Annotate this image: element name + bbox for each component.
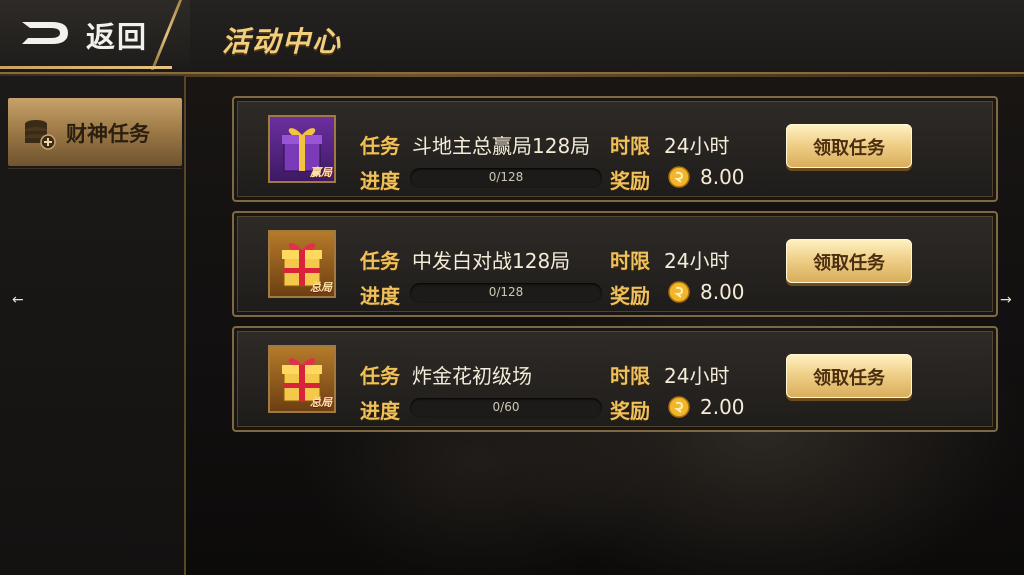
gift-box-icon: 总局 bbox=[268, 345, 336, 413]
progress-label: 进度 bbox=[360, 169, 400, 193]
gift-box-icon: 总局 bbox=[268, 230, 336, 298]
reward-label: 奖励 bbox=[610, 284, 650, 308]
sidebar-divider bbox=[8, 168, 182, 169]
accept-task-label: 领取任务 bbox=[813, 368, 885, 389]
accept-task-button[interactable]: 领取任务 bbox=[786, 124, 912, 168]
gift-badge: 总局 bbox=[310, 281, 332, 294]
task-name: 炸金花初级场 bbox=[412, 364, 532, 388]
accept-task-button[interactable]: 领取任务 bbox=[786, 239, 912, 283]
accept-task-label: 领取任务 bbox=[813, 253, 885, 274]
logo-d-icon bbox=[22, 22, 68, 44]
time-limit-label: 时限 bbox=[610, 364, 650, 388]
progress-label: 进度 bbox=[360, 399, 400, 423]
time-limit-label: 时限 bbox=[610, 134, 650, 158]
sidebar-item-label: 财神任务 bbox=[66, 122, 150, 146]
accept-task-button[interactable]: 领取任务 bbox=[786, 354, 912, 398]
reward-label: 奖励 bbox=[610, 169, 650, 193]
reward-label: 奖励 bbox=[610, 399, 650, 423]
reward-value: 2.00 bbox=[700, 395, 745, 419]
sidebar: 财神任务 bbox=[0, 76, 186, 575]
back-label: 返回 bbox=[86, 20, 149, 54]
task-card: 总局 任务 炸金花初级场 时限 24小时 进度 0/60 奖励 2.00 领取任… bbox=[232, 326, 998, 432]
task-name: 斗地主总赢局128局 bbox=[412, 134, 591, 158]
gold-coin-icon bbox=[668, 281, 690, 303]
gold-coin-icon bbox=[668, 396, 690, 418]
task-name: 中发白对战128局 bbox=[412, 249, 571, 273]
reward-value: 8.00 bbox=[700, 280, 745, 304]
gift-badge: 总局 bbox=[310, 396, 332, 409]
gift-box-icon: 赢局 bbox=[268, 115, 336, 183]
progress-text: 0/60 bbox=[492, 400, 520, 414]
back-button[interactable]: 返回 bbox=[0, 0, 190, 70]
progress-bar: 0/128 bbox=[410, 168, 602, 188]
time-limit-label: 时限 bbox=[610, 249, 650, 273]
progress-text: 0/128 bbox=[488, 170, 524, 184]
reward-value: 8.00 bbox=[700, 165, 745, 189]
nav-left-arrow-icon[interactable]: ← bbox=[12, 292, 24, 308]
time-limit-value: 24小时 bbox=[664, 364, 730, 388]
accept-task-label: 领取任务 bbox=[813, 138, 885, 159]
progress-text: 0/128 bbox=[488, 285, 524, 299]
progress-bar: 0/60 bbox=[410, 398, 602, 418]
header-underline bbox=[0, 66, 172, 69]
task-card: 赢局 任务 斗地主总赢局128局 时限 24小时 进度 0/128 奖励 8.0… bbox=[232, 96, 998, 202]
nav-right-arrow-icon[interactable]: → bbox=[1000, 292, 1012, 308]
gift-badge: 赢局 bbox=[310, 166, 332, 179]
task-label: 任务 bbox=[360, 364, 400, 388]
task-label: 任务 bbox=[360, 249, 400, 273]
task-label: 任务 bbox=[360, 134, 400, 158]
page-title: 活动中心 bbox=[222, 25, 343, 58]
progress-bar: 0/128 bbox=[410, 283, 602, 303]
gold-coin-icon bbox=[668, 166, 690, 188]
time-limit-value: 24小时 bbox=[664, 249, 730, 273]
coin-stack-icon bbox=[25, 120, 56, 150]
task-card: 总局 任务 中发白对战128局 时限 24小时 进度 0/128 奖励 8.00… bbox=[232, 211, 998, 317]
sidebar-item-caishen-task[interactable]: 财神任务 bbox=[8, 98, 182, 166]
progress-label: 进度 bbox=[360, 284, 400, 308]
header-divider bbox=[150, 0, 183, 70]
time-limit-value: 24小时 bbox=[664, 134, 730, 158]
header-bar: 返回 活动中心 bbox=[0, 0, 1024, 77]
